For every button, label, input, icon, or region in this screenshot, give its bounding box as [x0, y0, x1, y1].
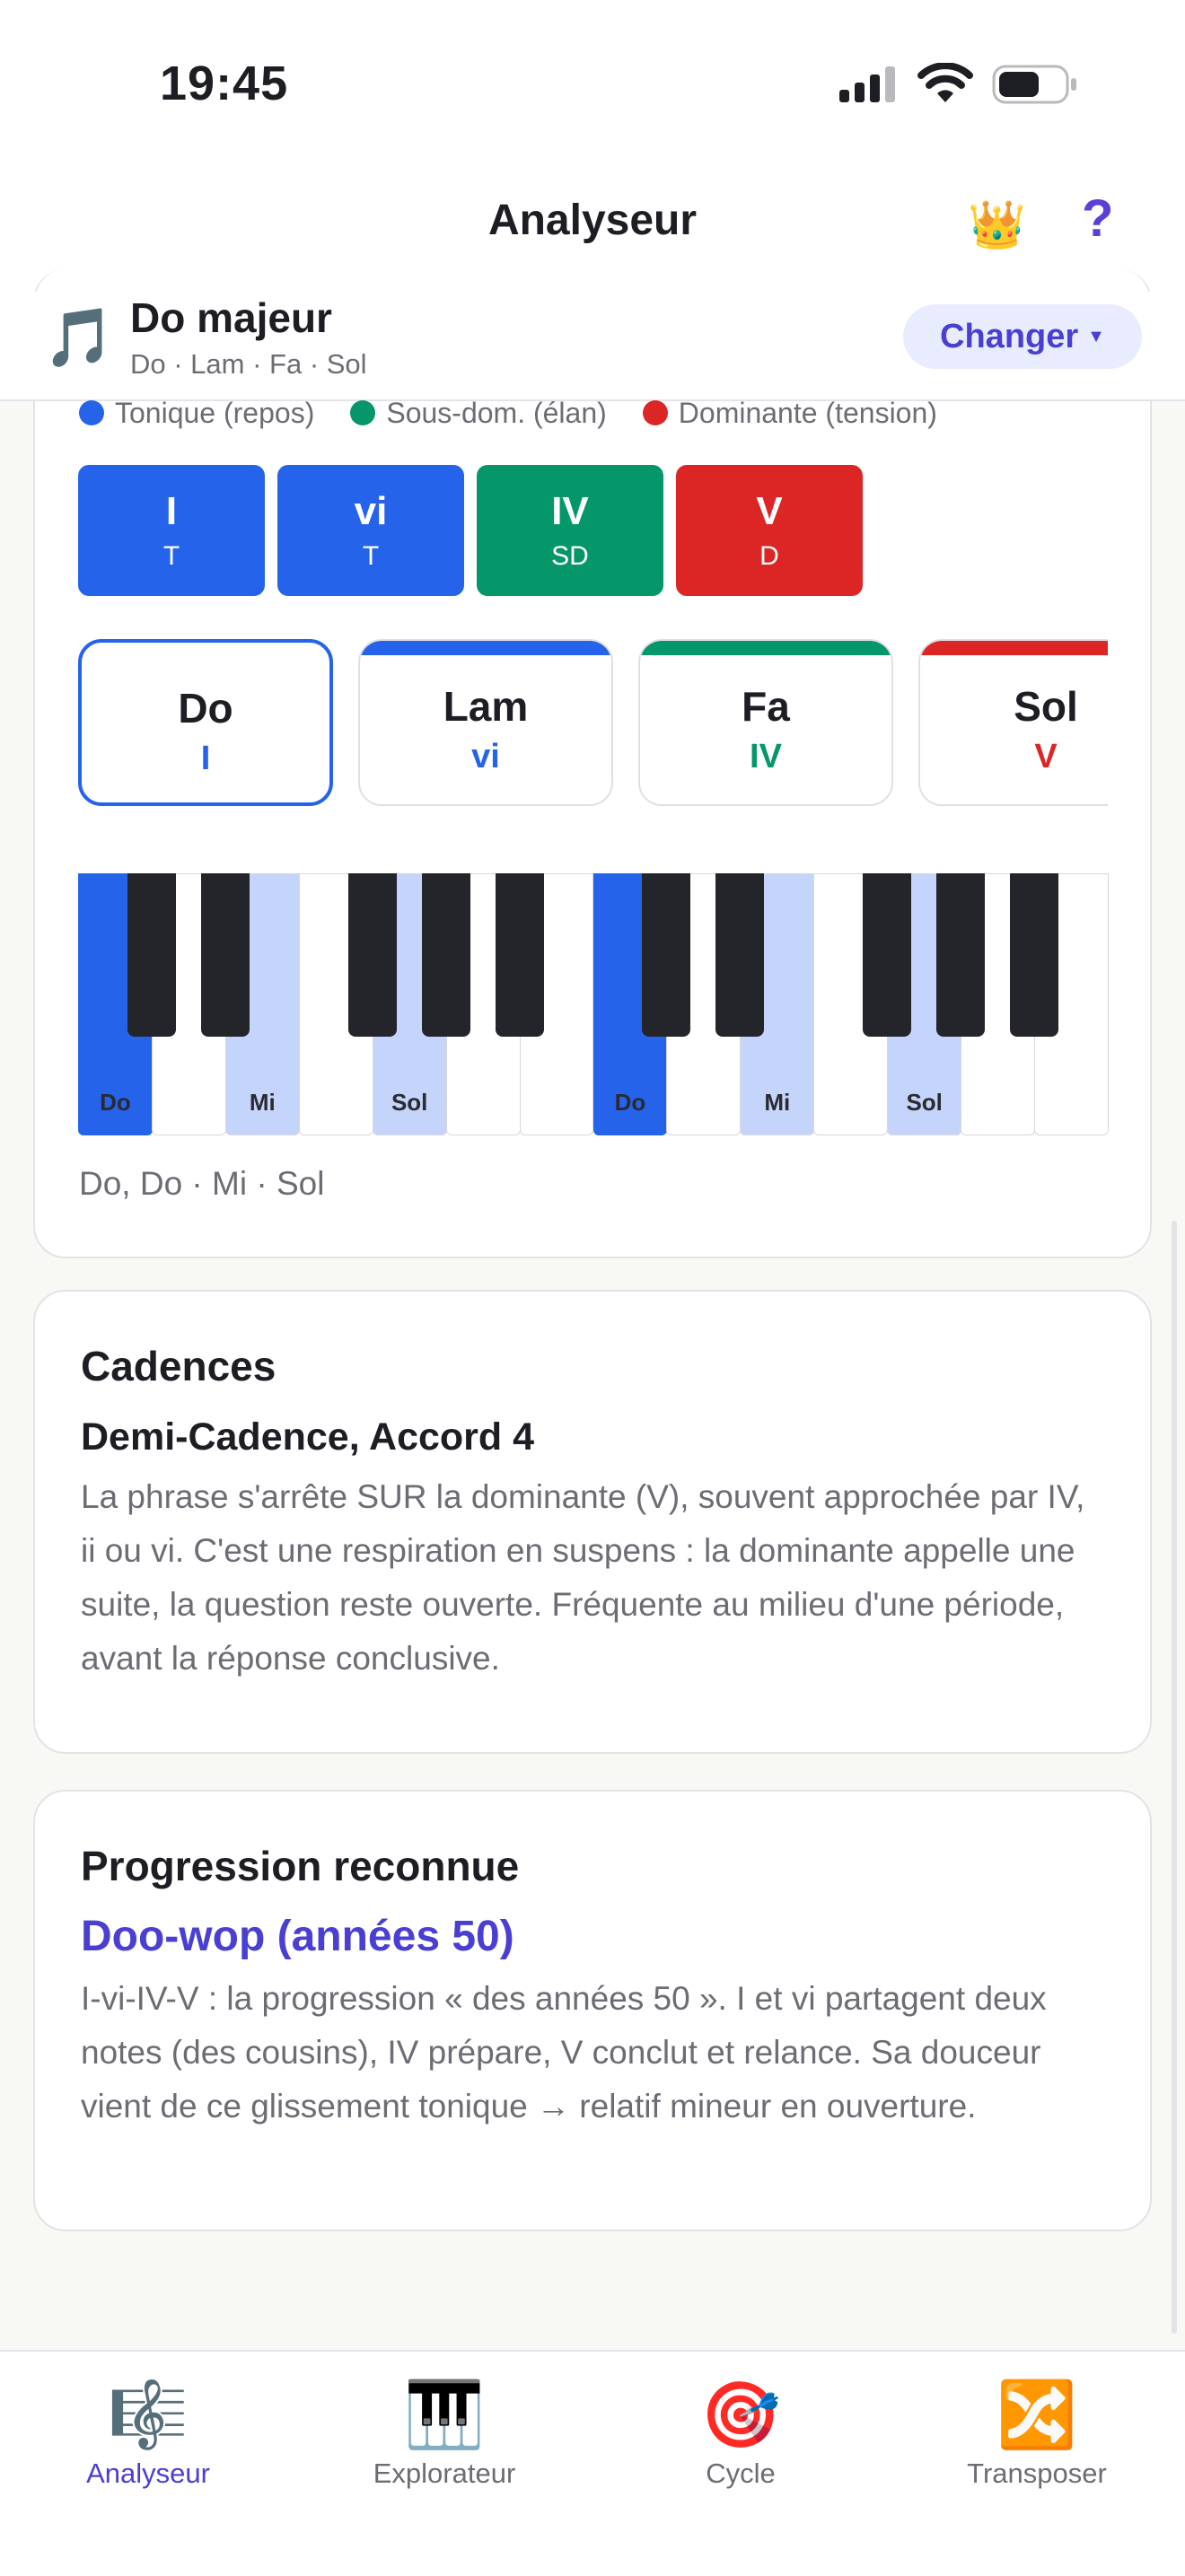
caret-down-icon: ▼: [1087, 326, 1105, 346]
chord-name: Sol: [1014, 683, 1078, 730]
legend-label: Dominante (tension): [678, 396, 937, 429]
cadences-body: La phrase s'arrête SUR la dominante (V),…: [81, 1478, 1085, 1677]
piano-black-key[interactable]: [421, 873, 470, 1037]
tab-label: Cycle: [706, 2458, 776, 2489]
piano-key-label: Mi: [249, 1089, 276, 1116]
tab-icon: 🔀: [996, 2379, 1077, 2451]
legend-label: Tonique (repos): [115, 396, 315, 429]
chord-color-bar: [920, 641, 1108, 655]
cadences-card: Cadences Demi-Cadence, Accord 4 La phras…: [33, 1290, 1152, 1754]
chord-card[interactable]: Do I: [78, 639, 333, 806]
function-code: D: [759, 541, 779, 571]
function-badges: I Tvi T IV SD V D: [78, 465, 863, 596]
cellular-signal-icon: [839, 66, 895, 102]
function-badge: IV SD: [477, 465, 663, 596]
piano-key-label: Sol: [391, 1089, 428, 1116]
piano-black-key[interactable]: [495, 873, 544, 1037]
legend-label: Sous-dom. (élan): [386, 396, 607, 429]
piano-black-key[interactable]: [863, 873, 912, 1037]
key-name: Do majeur: [130, 294, 332, 341]
key-chords-summary: Do · Lam · Fa · Sol: [130, 348, 367, 380]
piano-black-key[interactable]: [642, 873, 691, 1037]
piano-key-label: Mi: [764, 1089, 791, 1116]
scrollbar[interactable]: [1172, 1221, 1177, 2334]
function-code: SD: [551, 541, 589, 571]
wifi-icon: [917, 63, 973, 102]
status-time: 19:45: [160, 57, 289, 110]
legend-item: Sous-dom. (élan): [350, 396, 607, 430]
legend-item: Tonique (repos): [79, 397, 314, 430]
crown-icon[interactable]: 👑: [968, 197, 1026, 252]
chord-card[interactable]: Fa IV: [638, 639, 893, 806]
function-code: T: [362, 541, 380, 571]
tab-label: Explorateur: [373, 2458, 516, 2489]
tab-icon: 🎯: [700, 2379, 781, 2451]
chord-roman: IV: [750, 738, 782, 775]
chord-roman: vi: [471, 738, 500, 775]
function-code: T: [162, 541, 180, 571]
function-roman: V: [756, 489, 783, 533]
function-badge: VD: [676, 465, 863, 596]
piano-black-key[interactable]: [1010, 873, 1059, 1037]
chord-cards: Do I Lam vi Fa IV Sol V: [78, 639, 1108, 811]
function-legend: Tonique (repos) Sous-dom. (élan) Dominante…: [79, 395, 937, 431]
tab-bar: 🎼 Analyseur 🎹 Explorateur 🎯 Cycle 🔀 Transposer: [0, 2350, 1185, 2576]
key-header: 🎵 Do majeur Do · Lam · Fa · Sol Changer …: [0, 292, 1185, 401]
piano-black-key[interactable]: [347, 873, 397, 1037]
cadences-subtitle: Demi-Cadence, Accord 4: [81, 1415, 535, 1459]
status-bar: 19:45: [0, 0, 1185, 171]
legend-dot-icon: [79, 400, 104, 425]
function-roman: IV: [551, 489, 589, 533]
chord-roman: V: [1034, 738, 1058, 775]
chord-name: Do: [178, 685, 233, 732]
tab-icon: 🎼: [108, 2379, 189, 2451]
change-key-button[interactable]: Changer ▼: [903, 304, 1142, 369]
tab-analyseur[interactable]: 🎼 Analyseur: [0, 2377, 296, 2490]
progression-title: Progression reconnue: [81, 1843, 520, 1889]
chord-card[interactable]: Sol V: [918, 639, 1108, 806]
legend-item: Dominante (tension): [642, 396, 937, 430]
chord-card[interactable]: Lam vi: [358, 639, 613, 806]
chord-roman: I: [200, 740, 211, 777]
progression-card: Progression reconnue Doo-wop (années 50)…: [33, 1790, 1152, 2231]
chord-name: Lam: [443, 683, 529, 730]
piano-keyboard: Do Mi Sol Do Mi Sol: [78, 873, 1109, 1135]
function-badge: vi T: [277, 465, 464, 596]
function-roman: vi: [354, 489, 388, 533]
piano-key-label: Sol: [906, 1089, 943, 1116]
chord-notes: Do, Do · Mi · Sol: [79, 1165, 325, 1202]
piano-black-key[interactable]: [715, 873, 765, 1037]
tab-label: Analyseur: [86, 2458, 210, 2489]
function-roman: I: [165, 489, 178, 533]
legend-dot-icon: [350, 400, 376, 425]
piano-key-label: Do: [100, 1089, 131, 1116]
tab-explorateur[interactable]: 🎹 Explorateur: [296, 2377, 592, 2490]
change-key-label: Changer: [940, 317, 1079, 355]
chord-color-bar: [360, 641, 611, 655]
chord-name: Fa: [742, 683, 790, 730]
function-badge: IT: [78, 465, 265, 596]
help-button[interactable]: ?: [1082, 188, 1113, 249]
tab-cycle[interactable]: 🎯 Cycle: [592, 2377, 889, 2490]
tab-label: Transposer: [967, 2458, 1107, 2489]
cadences-title: Cadences: [81, 1343, 276, 1389]
piano-black-key[interactable]: [200, 873, 250, 1037]
piano-key-label: Do: [614, 1089, 646, 1116]
progression-body: I-vi-IV-V : la progression « des années …: [81, 1980, 1047, 2125]
piano-black-key[interactable]: [936, 873, 986, 1037]
legend-dot-icon: [642, 400, 668, 425]
progression-name: Doo-wop (années 50): [81, 1913, 514, 1960]
music-note-icon: 🎵: [43, 305, 115, 370]
piano-black-key[interactable]: [127, 873, 176, 1037]
tab-transposer[interactable]: 🔀 Transposer: [889, 2377, 1185, 2490]
battery-icon: [992, 65, 1076, 104]
tab-icon: 🎹: [404, 2379, 485, 2451]
chord-color-bar: [640, 641, 891, 655]
